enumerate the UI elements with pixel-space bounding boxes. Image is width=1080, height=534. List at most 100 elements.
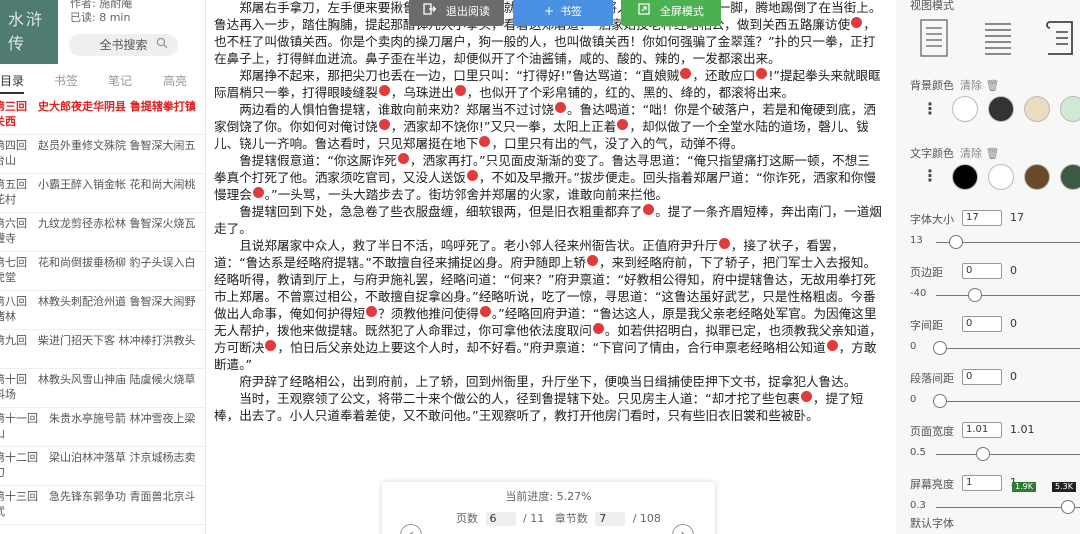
toc-item[interactable]: 第十回 林教头风雪山神庙 陆虞候火烧草料场 [0, 369, 205, 408]
clear-text-color-button[interactable]: 清除 🗑 [960, 147, 999, 160]
annotation-marker-icon[interactable]: 注 [800, 390, 833, 402]
clear-bg-button[interactable]: 清除 🗑 [960, 79, 999, 92]
clear-text-label: 清除 [960, 147, 982, 160]
exit-icon [423, 3, 440, 18]
text-color-swatch[interactable] [1060, 164, 1080, 190]
annotation-marker-icon[interactable]: 注 [479, 305, 512, 317]
chevron-left-icon[interactable]: ‹ [400, 524, 422, 534]
settings-panel: 视图模式 背景颜色 清除 🗑 ⋮ 文字颜色 清除 🗑 ⋮ 字体大小 17 17 13 页边距… [896, 0, 1080, 534]
annotation-marker-icon[interactable]: 注 [826, 339, 859, 351]
text-segment: 。”一头骂，一头大踏步去了。街坊邻舍并郑屠的火家，谁敢向前来拦他。 [264, 187, 669, 202]
text-color-swatch[interactable] [952, 164, 978, 190]
text-segment: ，乌珠迸出 [390, 85, 454, 100]
annotation-marker-icon[interactable]: 注 [378, 118, 411, 130]
view-mode-label: 视图模式 [910, 0, 954, 12]
tab-toc[interactable]: 目录 [0, 72, 24, 89]
annotation-marker-icon[interactable]: 注 [454, 84, 487, 96]
letter-spacing-input[interactable]: 0 [962, 316, 1002, 332]
fullscreen-label: 全屏模式 [659, 5, 704, 18]
annotation-marker-icon[interactable]: 注 [617, 118, 650, 130]
letter-spacing-slider[interactable] [936, 348, 1080, 349]
toc-item[interactable]: 第八回 林教头刺配沧州道 鲁智深大闹野猪林 [0, 291, 205, 330]
padding-slider-handle[interactable] [967, 288, 982, 302]
chapter-text: 郑屠右手拿刀，左手便来要揪鲁达，被这鲁提辖就势按住左手，赶将入去，望小腹上只一脚… [214, 0, 883, 424]
book-cover[interactable]: 水浒传 [0, 0, 58, 64]
chapter-input[interactable]: 7 [595, 512, 626, 526]
perf-badge-2: 5.3K [1052, 482, 1076, 492]
bg-color-swatch[interactable] [1024, 96, 1050, 122]
text-segment: 鲁提辖假意道：“你这厮诈死 [239, 153, 397, 168]
tab-notes[interactable]: 笔记 [108, 72, 132, 89]
progress-panel: 当前进度: 5.27% 页数 6 / 11 章节数 7 / 108 ‹ › [382, 482, 715, 534]
letter-spacing-min: 0 [910, 341, 917, 352]
fullscreen-button[interactable]: 全屏模式 [621, 0, 721, 26]
letter-spacing-slider-handle[interactable] [932, 341, 947, 355]
brightness-slider-handle[interactable] [1061, 500, 1076, 514]
padding-input[interactable]: 0 [962, 263, 1002, 279]
toc-item[interactable]: 第九回 柴进门招天下客 林冲棒打洪教头 [0, 330, 205, 369]
page-width-input[interactable]: 1.01 [962, 422, 1002, 438]
toc-item[interactable]: 第十一回 朱贵水亭施号箭 林冲雪夜上梁山 [0, 408, 205, 447]
annotation-marker-icon[interactable]: 注 [851, 16, 883, 28]
single-page-view-icon[interactable] [918, 18, 950, 60]
annotation-marker-icon[interactable]: 注 [643, 203, 675, 215]
text-color-swatch[interactable] [1024, 164, 1050, 190]
chapter-label: 章节数 [554, 512, 588, 525]
text-color-swatch[interactable] [988, 164, 1014, 190]
bg-color-swatch[interactable] [1060, 96, 1080, 122]
annotation-marker-icon[interactable]: 注 [479, 135, 512, 147]
scroll-paper-view-icon[interactable] [1044, 18, 1076, 60]
page-input[interactable]: 6 [485, 512, 516, 526]
font-size-slider-handle[interactable] [948, 235, 963, 249]
bg-color-swatch[interactable] [988, 96, 1014, 122]
tab-bookmarks[interactable]: 书签 [54, 72, 78, 89]
exit-reading-button[interactable]: 退出阅读 [409, 0, 504, 26]
toc-item[interactable]: 第十三回 急先锋东郭争功 青面兽北京斗武 [0, 486, 205, 525]
annotation-marker-icon[interactable]: 注 [680, 67, 713, 79]
text-segment: ，怕日后父亲处边上要这个人时，却不好看。”府尹禀道：“下官问了情由，合行申禀老经… [277, 340, 826, 355]
more-vertical-icon[interactable]: ⋮ [922, 166, 938, 185]
padding-slider[interactable] [936, 295, 1080, 296]
annotation-marker-icon[interactable]: 注 [265, 339, 298, 351]
annotation-marker-icon[interactable]: 注 [466, 169, 499, 181]
bookmark-button[interactable]: + 书签 [513, 0, 613, 26]
toc-item[interactable]: 第四回 赵员外重修文殊院 鲁智深大闹五台山 [0, 135, 205, 174]
annotation-marker-icon[interactable]: 注 [366, 305, 398, 317]
sidebar: 水浒传 作者: 施耐庵 已读: 8 min 全书搜索 目录 书签 笔记 高亮 第… [0, 0, 206, 534]
more-vertical-icon[interactable]: ⋮ [922, 99, 938, 118]
annotation-marker-icon[interactable]: 注 [756, 67, 789, 79]
brightness-slider[interactable] [936, 507, 1080, 508]
trash-icon: 🗑 [985, 147, 1000, 160]
annotation-marker-icon[interactable]: 注 [252, 186, 285, 198]
exit-reading-label: 退出阅读 [445, 5, 490, 18]
annotation-marker-icon[interactable]: 注 [555, 101, 587, 113]
toc-item[interactable]: 第十二回 梁山泊林冲落草 汴京城杨志卖刀 [0, 447, 205, 486]
toc-item[interactable]: 第六回 九纹龙剪径赤松林 鲁智深火烧瓦罐寺 [0, 213, 205, 252]
bg-color-swatch[interactable] [952, 96, 978, 122]
annotation-marker-icon[interactable]: 注 [592, 322, 625, 334]
text-color-text: 文字颜色 [910, 147, 954, 160]
text-segment: ，洒家却不饶你!”又只一拳，太阳上正着 [390, 119, 617, 134]
page-width-min: 0.5 [910, 447, 926, 458]
toc-item[interactable]: 第七回 花和尚倒拔垂杨柳 豹子头误入白虎堂 [0, 252, 205, 291]
chevron-right-icon[interactable]: › [672, 524, 694, 534]
letter-spacing-value: 0 [1010, 317, 1017, 330]
brightness-min: 0.3 [910, 500, 926, 511]
toc-item[interactable]: 第三回 史大郎夜走华阴县 鲁提辖拳打镇关西 [0, 96, 205, 135]
toc-item[interactable]: 第五回 小霸王醉入销金帐 花和尚大闹桃花村 [0, 174, 205, 213]
paragraph-spacing-slider[interactable] [936, 401, 1080, 402]
search-book-button[interactable]: 全书搜索 [69, 34, 178, 56]
annotation-marker-icon[interactable]: 注 [586, 254, 619, 266]
text-paragraph: 当时，王观察领了公文，将带二十来个做公的人，径到鲁提辖下处。只见房主人道：“却才… [214, 390, 882, 424]
paragraph-spacing-input[interactable]: 0 [962, 369, 1002, 385]
page-width-slider[interactable] [936, 454, 1080, 455]
annotation-marker-icon[interactable]: 注 [718, 237, 751, 249]
brightness-input[interactable]: 1 [962, 475, 1002, 491]
font-size-input[interactable]: 17 [962, 210, 1002, 226]
annotation-marker-icon[interactable]: 注 [378, 84, 411, 96]
tab-highlights[interactable]: 高亮 [163, 72, 187, 89]
page-width-slider-handle[interactable] [975, 447, 990, 461]
scroll-view-icon[interactable] [982, 18, 1014, 60]
annotation-marker-icon[interactable]: 注 [397, 152, 430, 164]
paragraph-spacing-slider-handle[interactable] [932, 394, 947, 408]
